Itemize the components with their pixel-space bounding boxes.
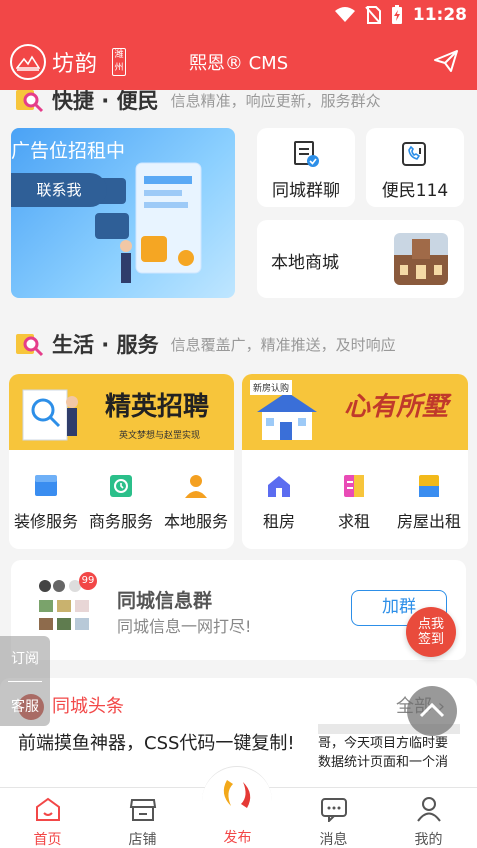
- subscribe-button[interactable]: 订阅: [0, 648, 50, 668]
- person-icon: [185, 475, 207, 498]
- tab-home-label: 首页: [33, 832, 62, 848]
- side-divider: [8, 681, 42, 682]
- top-navbar: 坊韵 潍州 熙恩® CMS: [0, 34, 477, 90]
- group-info-card[interactable]: 99 同城信息群 同城信息一网打尽! 加群: [11, 560, 466, 660]
- clock-time: 11:28: [412, 5, 467, 25]
- status-bar: 11:28: [0, 0, 477, 34]
- tab-publish[interactable]: 发布: [190, 766, 285, 848]
- section-life-subtitle: 信息覆盖广，精准推送，及时响应: [170, 335, 396, 354]
- group-chat-label: 同城群聊: [272, 181, 340, 201]
- headlines-title: 同城头条: [52, 696, 124, 717]
- promo-recruitment[interactable]: 精英招聘 英文梦想与赵罡实现: [9, 374, 234, 450]
- section-life-header: 生活 · 服务 信息覆盖广，精准推送，及时响应: [14, 329, 396, 359]
- tab-profile-label: 我的: [414, 832, 443, 848]
- group-subtitle: 同城信息一网打尽!: [117, 617, 252, 636]
- bottom-tabbar: 首页 店铺 发布 消息 我的: [0, 766, 477, 848]
- profile-icon: [416, 797, 441, 822]
- chevron-up-icon: [419, 702, 445, 718]
- service-114-label: 便民114: [381, 181, 449, 201]
- section-quick-header: 快捷 · 便民 信息精准，响应更新，服务群众: [14, 90, 381, 115]
- search-doc-icon: [16, 90, 44, 113]
- tab-store-label: 店铺: [128, 832, 157, 848]
- wifi-icon: [334, 7, 355, 22]
- page-title: 熙恩® CMS: [188, 53, 289, 74]
- tab-messages-label: 消息: [319, 832, 348, 848]
- publish-icon: [223, 780, 251, 808]
- store-icon: [129, 799, 156, 821]
- clock-icon: [110, 475, 132, 497]
- send-icon[interactable]: [433, 49, 459, 73]
- group-chat-card[interactable]: 同城群聊: [257, 128, 355, 207]
- article-title[interactable]: 前端摸鱼神器，CSS代码一键复制!: [18, 728, 308, 759]
- side-floating-panel: 订阅 客服: [0, 636, 50, 726]
- group-title: 同城信息群: [117, 590, 213, 612]
- tab-messages[interactable]: 消息: [286, 788, 381, 848]
- tab-publish-label: 发布: [223, 830, 252, 846]
- service-114-card[interactable]: 便民114: [366, 128, 464, 207]
- customer-service-button[interactable]: 客服: [0, 696, 50, 716]
- document-icon: [344, 475, 364, 497]
- service-rent-label: 租房: [262, 512, 295, 531]
- section-life-title: 生活 · 服务: [52, 333, 159, 357]
- message-icon: [320, 798, 347, 824]
- box-icon: [35, 475, 57, 496]
- promo-recruit-text: 精英招聘: [105, 392, 210, 422]
- unread-badge: 99: [79, 572, 97, 590]
- section-quick-subtitle: 信息精准，响应更新，服务群众: [170, 91, 381, 110]
- promo-housing-small: 新房认购: [250, 380, 293, 395]
- contact-me-button[interactable]: 联系我: [11, 173, 107, 207]
- ad-banner[interactable]: 广告位招租中 联系我: [11, 128, 235, 298]
- promo-housing[interactable]: 心有所墅 新房认购: [242, 374, 468, 450]
- phone-114-icon: [402, 142, 426, 166]
- no-sim-icon: [365, 6, 381, 24]
- service-local-label: 本地服务: [163, 512, 228, 531]
- group-chat-icon: [294, 141, 319, 167]
- service-rent[interactable]: 租房: [242, 472, 316, 532]
- service-business[interactable]: 商务服务: [84, 472, 158, 532]
- banner-text: 广告位招租中: [11, 140, 126, 162]
- service-decoration-label: 装修服务: [13, 512, 78, 531]
- local-mall-card[interactable]: 本地商城: [257, 220, 464, 298]
- mall-thumbnail: [394, 233, 448, 285]
- local-mall-label: 本地商城: [271, 253, 339, 273]
- service-house-lease[interactable]: 房屋出租: [392, 472, 466, 532]
- battery-charging-icon: [391, 5, 402, 24]
- service-seek-rent-label: 求租: [337, 512, 370, 531]
- home-icon: [35, 797, 60, 821]
- recruit-illustration: [22, 389, 78, 441]
- service-house-lease-label: 房屋出租: [396, 512, 461, 531]
- tab-store[interactable]: 店铺: [95, 788, 190, 848]
- status-icons: 11:28: [334, 5, 467, 25]
- tab-profile[interactable]: 我的: [381, 788, 476, 848]
- tab-home[interactable]: 首页: [0, 788, 95, 848]
- checkin-button[interactable]: 点我 签到: [406, 607, 456, 657]
- service-decoration[interactable]: 装修服务: [9, 472, 83, 532]
- house-icon: [268, 476, 290, 497]
- service-local[interactable]: 本地服务: [159, 472, 233, 532]
- service-business-label: 商务服务: [88, 512, 153, 531]
- main-content[interactable]: 快捷 · 便民 信息精准，响应更新，服务群众 广告位招租中 联系我 同城群聊 便…: [0, 90, 477, 787]
- building-icon: [419, 475, 439, 497]
- promo-recruit-small: 英文梦想与赵罡实现: [119, 431, 201, 441]
- search-doc-icon: [16, 334, 44, 357]
- section-quick-title: 快捷 · 便民: [52, 90, 159, 113]
- back-to-top-button[interactable]: [407, 686, 457, 736]
- service-seek-rent[interactable]: 求租: [317, 472, 391, 532]
- promo-housing-text: 心有所墅: [344, 392, 449, 422]
